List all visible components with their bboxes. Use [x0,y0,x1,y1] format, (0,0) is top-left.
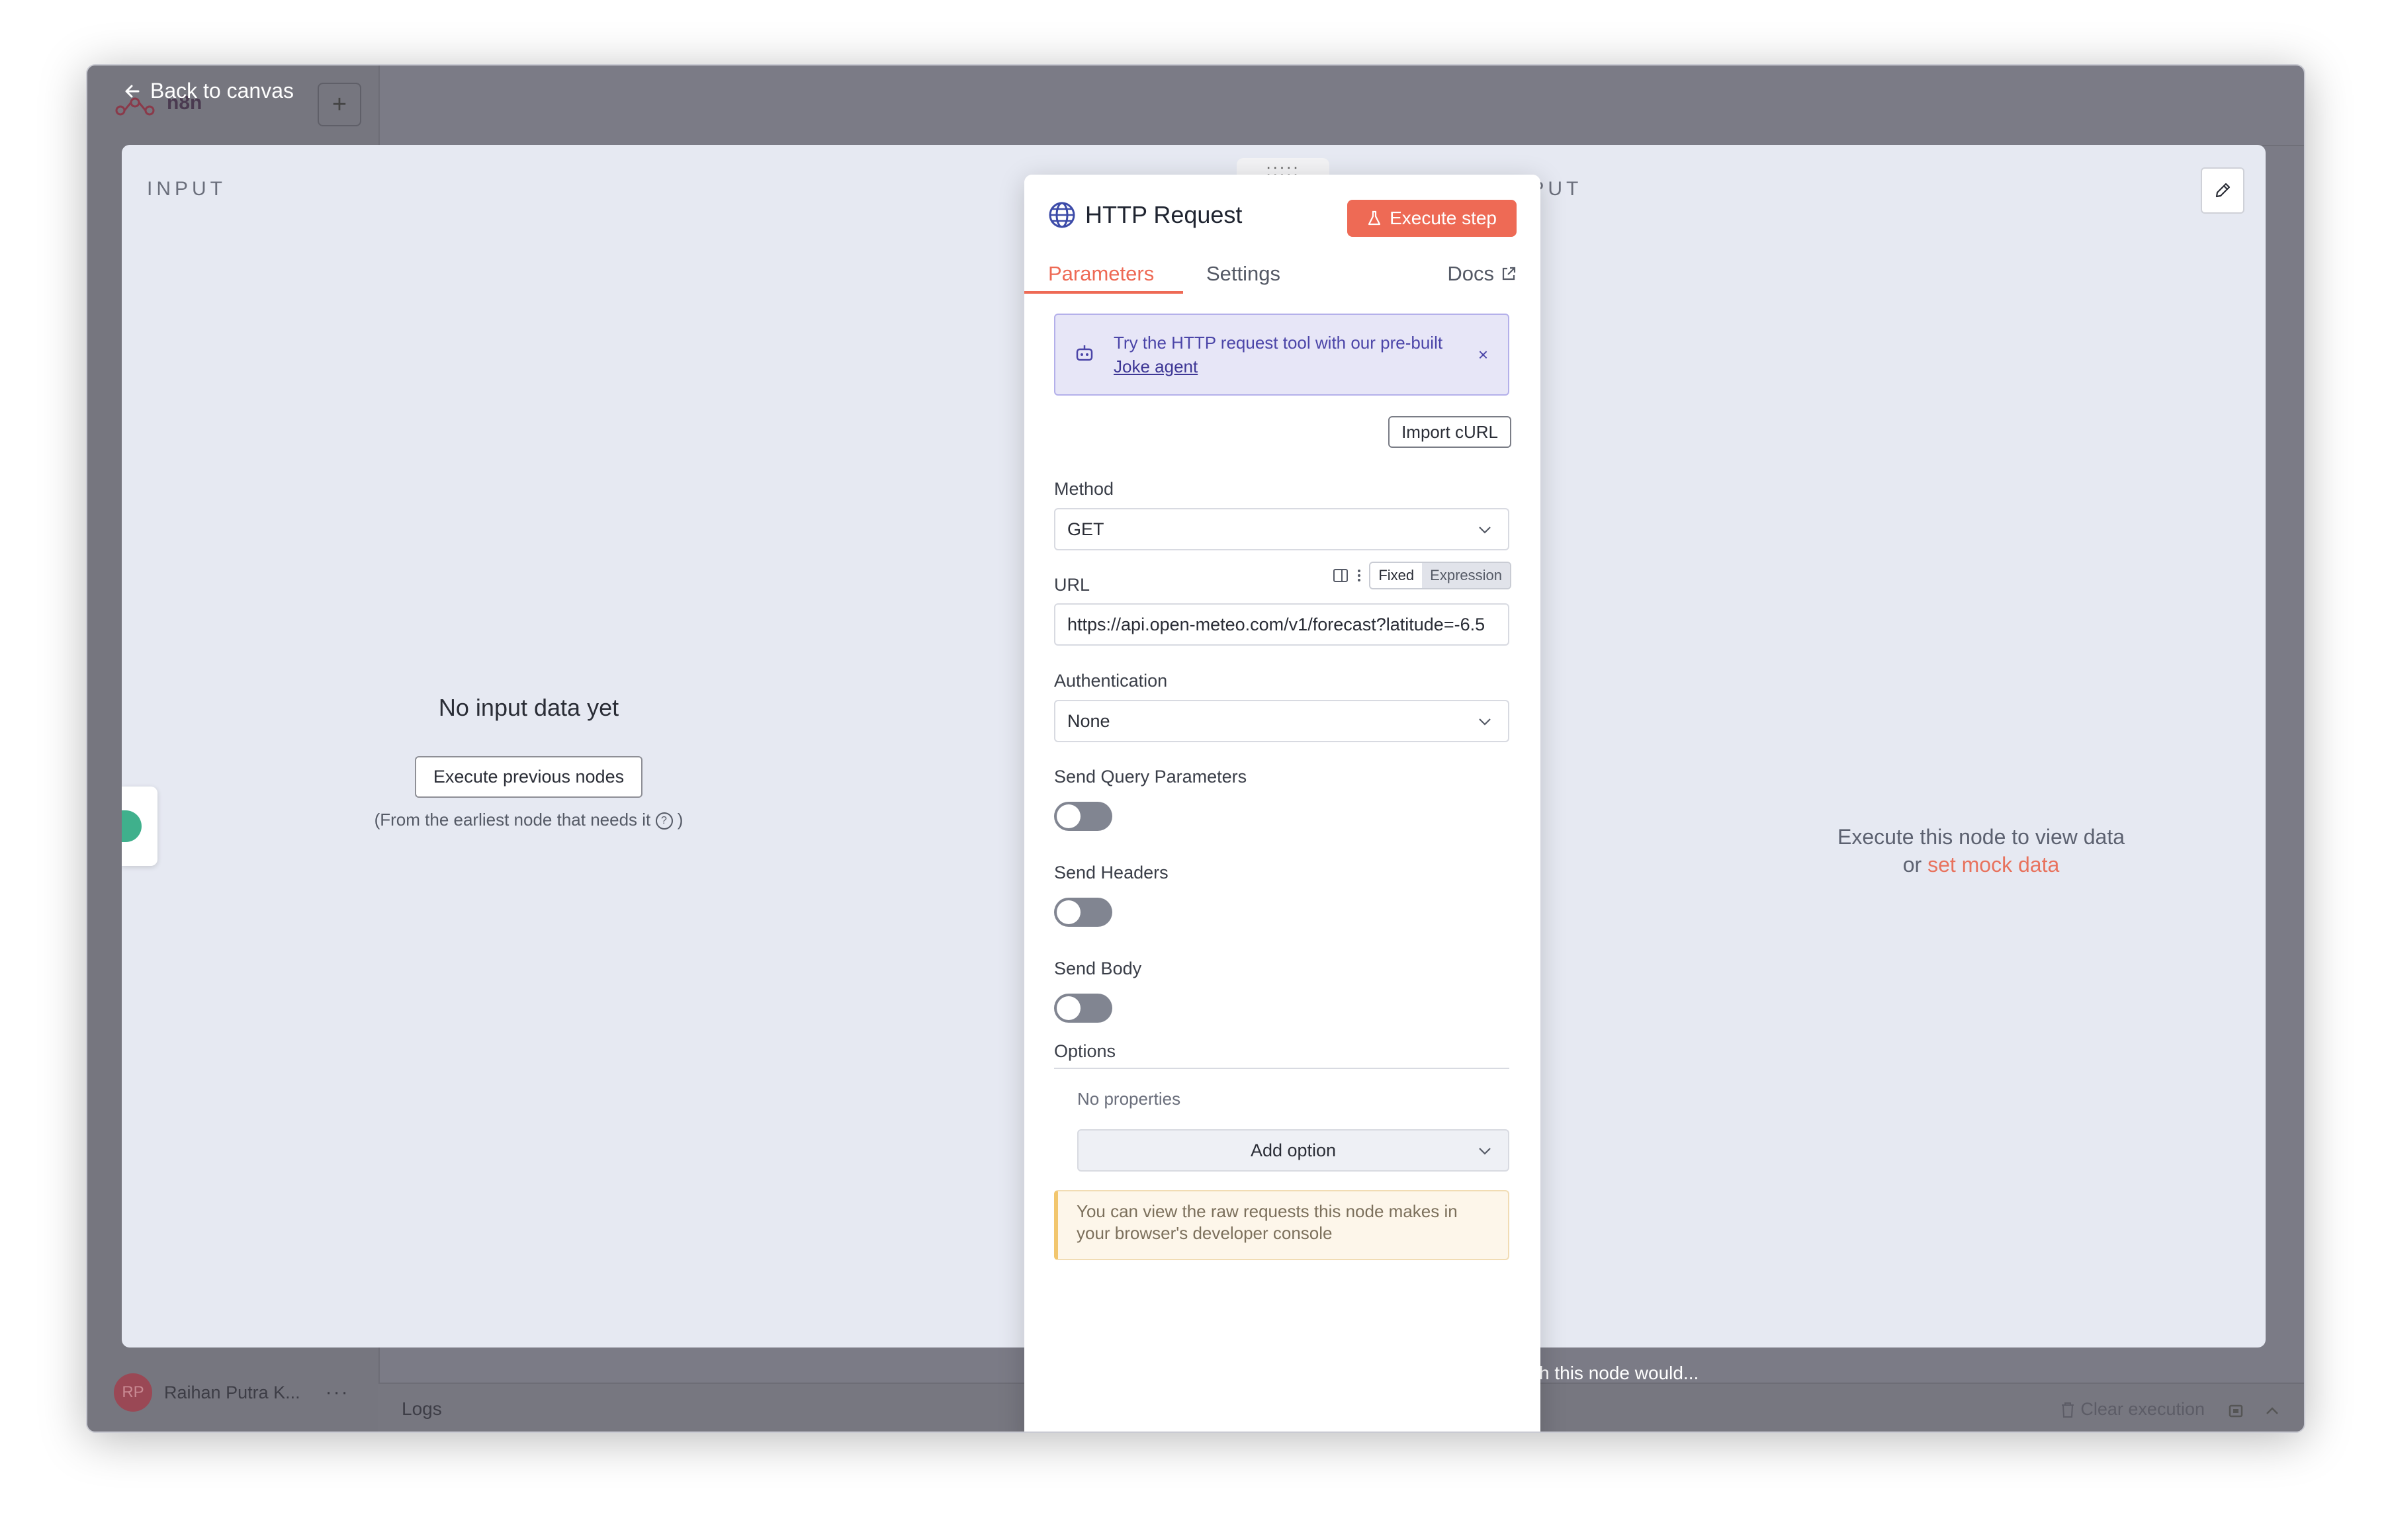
send-headers-toggle[interactable] [1054,898,1112,927]
input-hint-close: ) [677,810,684,830]
chevron-down-icon [1479,718,1491,726]
docs-label: Docs [1447,262,1494,285]
user-name: Raihan Putra K... [164,1382,300,1402]
authentication-value: None [1067,710,1110,731]
send-body-toggle[interactable] [1054,994,1112,1023]
execute-previous-nodes-button[interactable]: Execute previous nodes [414,756,643,798]
node-title: HTTP Request [1085,201,1243,228]
question-icon[interactable]: ? [655,812,673,830]
pencil-icon [2215,183,2231,198]
authentication-label: Authentication [1054,671,1168,691]
send-headers-label: Send Headers [1054,863,1169,882]
output-empty-prefix: or [1902,853,1922,877]
clear-execution-label: Clear execution [2080,1399,2205,1419]
more-icon[interactable]: ··· [326,1381,349,1404]
input-empty-title: No input data yet [438,694,619,721]
toggle-knob [1057,804,1081,828]
docs-link[interactable]: Docs [1447,262,1517,286]
output-empty-state: Execute this node to view data or set mo… [1710,823,2252,878]
input-hint: (From the earliest node that needs it ? … [122,810,936,830]
set-mock-data-link[interactable]: set mock data [1927,853,2059,877]
add-option-label: Add option [1250,1140,1337,1160]
input-heading: INPUT [147,178,226,200]
trash-icon [2062,1402,2074,1418]
node-tabs: Parameters Settings Docs [1024,254,1540,295]
globe-icon [1049,202,1075,228]
method-value: GET [1067,519,1104,539]
url-input[interactable]: https://api.open-meteo.com/v1/forecast?l… [1054,603,1509,646]
output-empty-line1: Execute this node to view data [1837,825,2125,849]
chevron-down-icon [1479,527,1491,534]
add-option-button[interactable]: Add option [1077,1129,1509,1172]
popout-icon[interactable] [2228,1402,2245,1420]
clear-execution-button[interactable]: Clear execution [2060,1399,2205,1420]
toggle-knob [1057,996,1081,1020]
edit-output-button[interactable] [2201,167,2244,214]
node-parameters-body: Try the HTTP request tool with our pre-b… [1024,294,1540,1432]
arrow-left-icon [125,85,140,97]
execute-step-button[interactable]: Execute step [1347,200,1517,237]
output-empty-line2: or set mock data [1710,851,2252,878]
no-properties-text: No properties [1077,1089,1181,1109]
url-mode-toggle[interactable]: Fixed Expression [1369,562,1511,589]
joke-agent-banner: Try the HTTP request tool with our pre-b… [1054,314,1509,396]
authentication-select[interactable]: None [1054,700,1509,742]
kebab-menu-icon[interactable] [1356,567,1362,584]
external-link-icon [1502,267,1516,280]
back-to-canvas-label: Back to canvas [150,79,294,103]
mode-fixed[interactable]: Fixed [1370,563,1423,588]
tab-settings[interactable]: Settings [1206,262,1280,286]
robot-icon [1076,345,1093,361]
add-button[interactable]: + [318,83,361,126]
options-divider [1054,1068,1509,1069]
node-header: HTTP Request Execute step Parameters Set… [1024,175,1540,295]
url-field-tools: Fixed Expression [1332,562,1511,589]
method-select[interactable]: GET [1054,508,1509,550]
input-empty-state: No input data yet Execute previous nodes… [122,694,936,830]
url-label: URL [1054,575,1090,595]
app-window: n8n Back to canvas + RP Raihan Putra K..… [86,64,2305,1433]
close-icon[interactable]: × [1478,343,1488,366]
node-title-group: HTTP Request [1048,201,1242,229]
mode-expression[interactable]: Expression [1422,563,1510,588]
toggle-knob [1057,900,1081,924]
topbar-background [378,65,2304,146]
options-label: Options [1054,1041,1116,1061]
method-label: Method [1054,479,1114,499]
banner-text: Try the HTTP request tool with our pre-b… [1114,333,1443,353]
joke-agent-link[interactable]: Joke agent [1114,357,1198,376]
logs-label[interactable]: Logs [402,1398,442,1420]
import-curl-button[interactable]: Import cURL [1388,416,1511,448]
logs-actions [2228,1402,2281,1420]
node-parameters-panel: HTTP Request Execute step Parameters Set… [1024,175,1540,1432]
flask-icon [1368,210,1381,226]
developer-console-notice: You can view the raw requests this node … [1054,1190,1509,1260]
user-menu[interactable]: RP Raihan Putra K... ··· [114,1373,349,1412]
chevron-down-icon [1479,1148,1491,1155]
panel-icon[interactable] [1332,567,1349,584]
execute-step-label: Execute step [1390,208,1497,228]
send-body-label: Send Body [1054,959,1142,978]
send-query-parameters-label: Send Query Parameters [1054,767,1247,787]
chevron-up-icon[interactable] [2264,1402,2281,1420]
send-query-parameters-toggle[interactable] [1054,802,1112,831]
avatar: RP [114,1373,152,1412]
back-to-canvas-link[interactable]: Back to canvas [124,79,294,103]
tab-parameters[interactable]: Parameters [1048,262,1154,286]
input-hint-text: (From the earliest node that needs it [374,810,651,830]
